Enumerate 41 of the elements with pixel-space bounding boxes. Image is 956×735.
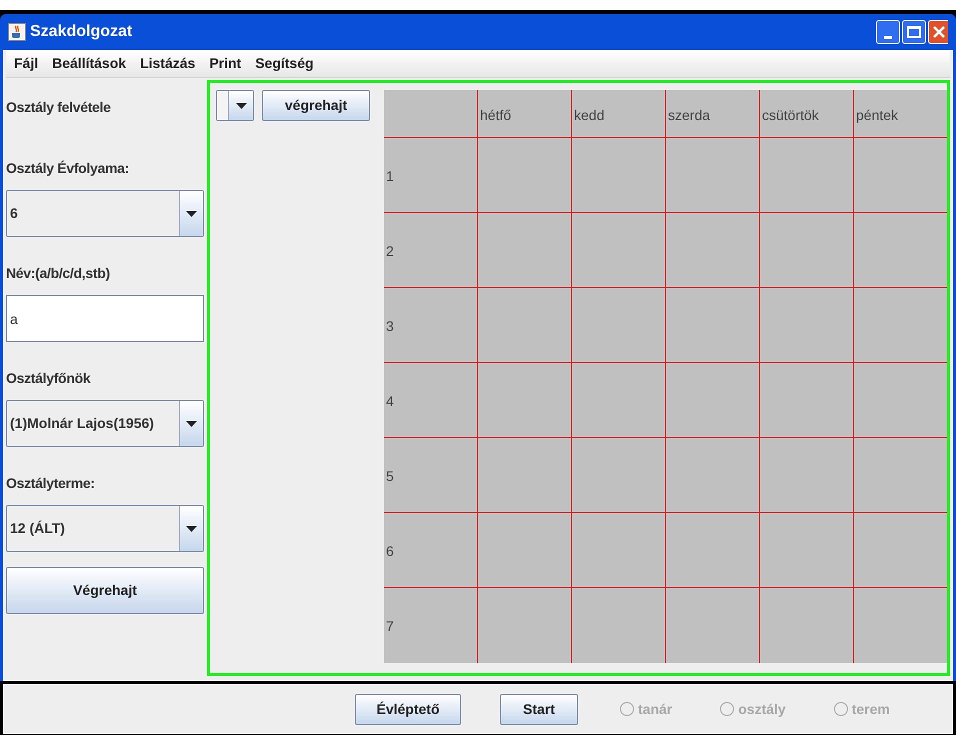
dropdown[interactable] bbox=[216, 90, 254, 121]
table-cell: péntek bbox=[853, 90, 947, 138]
action-button[interactable]: Évléptető bbox=[355, 694, 461, 724]
close-button[interactable] bbox=[928, 20, 948, 44]
text-field[interactable]: a bbox=[6, 295, 204, 342]
coffee-cup-icon bbox=[8, 23, 26, 41]
dropdown-arrow-icon bbox=[186, 420, 197, 426]
execute-button[interactable]: végrehajt bbox=[262, 90, 370, 121]
table-cell: 2 bbox=[384, 213, 477, 288]
table-cell: 1 bbox=[384, 138, 477, 213]
menu-item[interactable]: Listázás bbox=[140, 53, 196, 74]
dropdown[interactable]: 6 bbox=[6, 190, 204, 237]
action-button[interactable]: Start bbox=[500, 694, 578, 724]
field-label: Név:(a/b/c/d,stb) bbox=[6, 264, 110, 283]
maximize-button[interactable] bbox=[902, 20, 926, 44]
window-title: Szakdolgozat bbox=[30, 22, 132, 42]
menu-item[interactable]: Segítség bbox=[255, 53, 314, 74]
table-cell: szerda bbox=[665, 90, 759, 138]
dropdown-arrow-icon bbox=[186, 526, 197, 532]
field-label: Osztály Évfolyama: bbox=[6, 158, 129, 178]
table-cell-text: 7 bbox=[385, 617, 395, 636]
close-icon bbox=[932, 25, 946, 39]
dropdown-arrow-icon bbox=[186, 210, 197, 216]
table-cell: 3 bbox=[384, 288, 477, 363]
field-label: Osztályfőnök bbox=[6, 368, 90, 388]
table-cell: 5 bbox=[384, 438, 477, 513]
dropdown[interactable]: 12 (ÁLT) bbox=[6, 505, 204, 552]
menu-item[interactable]: Fájl bbox=[14, 53, 38, 74]
table-cell: 4 bbox=[384, 363, 477, 438]
dropdown[interactable]: (1)Molnár Lajos(1956) bbox=[6, 400, 204, 447]
execute-button[interactable]: Végrehajt bbox=[6, 567, 204, 614]
menu-item[interactable]: Beállítások bbox=[52, 53, 126, 74]
field-label: Osztály felvétele bbox=[6, 98, 111, 117]
table-cell: kedd bbox=[571, 90, 665, 138]
table-cell: 6 bbox=[384, 513, 477, 588]
field-label: Osztályterme: bbox=[6, 474, 95, 493]
menu-item[interactable]: Print bbox=[209, 53, 242, 74]
minimize-button[interactable] bbox=[876, 20, 900, 44]
table-cell: csütörtök bbox=[759, 90, 853, 138]
table-cell: hétfő bbox=[477, 90, 571, 138]
dropdown-arrow-icon bbox=[236, 102, 246, 108]
